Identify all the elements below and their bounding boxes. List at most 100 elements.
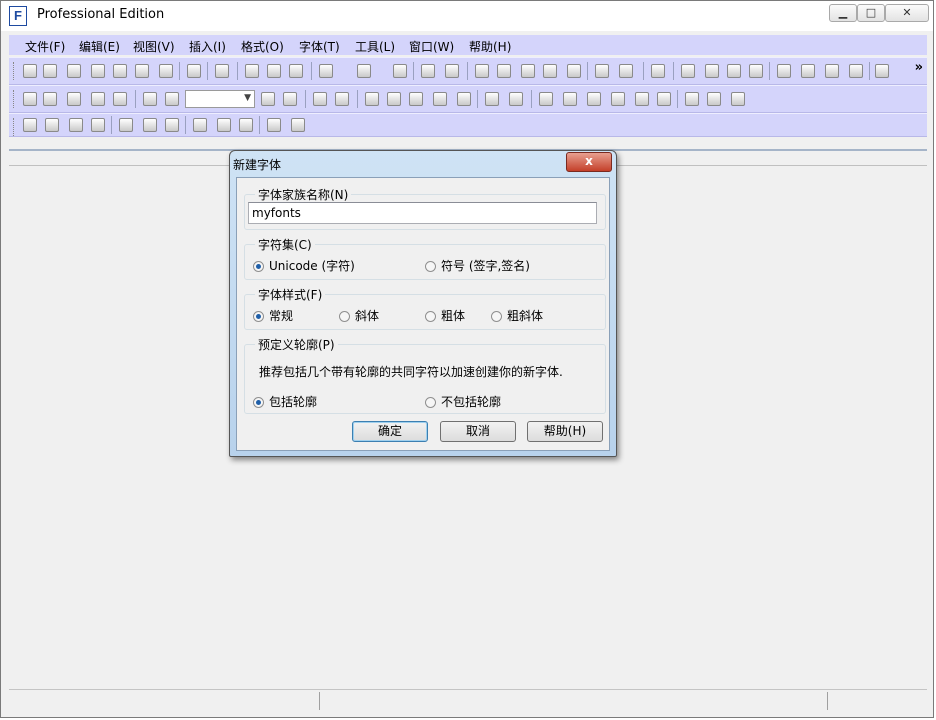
distribute-vertical-icon[interactable]: [291, 118, 305, 132]
menu-window[interactable]: 窗口(W): [409, 38, 454, 55]
image-icon[interactable]: [365, 92, 379, 106]
node-left-icon[interactable]: [485, 92, 499, 106]
glyph-properties-icon[interactable]: [445, 64, 459, 78]
bring-forward-icon[interactable]: [69, 118, 83, 132]
charset-symbol-radio[interactable]: 符号 (签字,签名): [425, 257, 530, 273]
dialog-close-button[interactable]: x: [566, 152, 612, 172]
transform-icon[interactable]: [705, 64, 719, 78]
charset-unicode-radio[interactable]: Unicode (字符): [253, 257, 355, 273]
title-bar[interactable]: F Professional Edition ▁ □ ✕: [1, 1, 933, 31]
minimize-button[interactable]: ▁: [829, 4, 857, 22]
menu-tools[interactable]: 工具(L): [355, 38, 395, 55]
undo-icon[interactable]: [319, 64, 333, 78]
new-glyph-icon[interactable]: [421, 64, 435, 78]
ok-button[interactable]: 确定: [352, 421, 428, 442]
align-right-edge-icon[interactable]: [165, 118, 179, 132]
toolbar-grip[interactable]: [13, 118, 17, 136]
arrange-front-icon[interactable]: [23, 118, 37, 132]
align-left-icon[interactable]: [777, 64, 791, 78]
toolbar-grip[interactable]: [13, 90, 17, 108]
family-name-input[interactable]: myfonts: [248, 202, 597, 224]
align-left-edge-icon[interactable]: [119, 118, 133, 132]
style-italic-radio[interactable]: 斜体: [339, 307, 379, 323]
text-tool-icon[interactable]: [619, 64, 633, 78]
help-button[interactable]: 帮助(H): [527, 421, 603, 442]
slant-icon[interactable]: [849, 64, 863, 78]
frame-icon[interactable]: [521, 64, 535, 78]
outline-exclude-radio[interactable]: 不包括轮廓: [425, 393, 501, 409]
open-folder-icon[interactable]: [67, 64, 81, 78]
tag-icon[interactable]: [543, 64, 557, 78]
cut-icon[interactable]: [245, 64, 259, 78]
table-icon[interactable]: [539, 92, 553, 106]
new-window-icon[interactable]: [43, 64, 57, 78]
ellipse-icon[interactable]: [457, 92, 471, 106]
lasso-icon[interactable]: [43, 92, 57, 106]
validate-icon[interactable]: [567, 64, 581, 78]
metrics-icon[interactable]: [595, 64, 609, 78]
toolbar-overflow-button[interactable]: »: [915, 60, 923, 75]
components-icon[interactable]: [685, 92, 699, 106]
toolbar-grip[interactable]: [13, 62, 17, 80]
find-icon[interactable]: [215, 64, 229, 78]
select-rect-icon[interactable]: [23, 92, 37, 106]
smile-icon[interactable]: [749, 64, 763, 78]
close-button[interactable]: ✕: [885, 4, 929, 22]
save-all-icon[interactable]: [113, 64, 127, 78]
refresh-icon[interactable]: [393, 64, 407, 78]
menu-file[interactable]: 文件(F): [25, 38, 65, 55]
tree-icon[interactable]: [707, 92, 721, 106]
align-middle-icon[interactable]: [217, 118, 231, 132]
sort-icon[interactable]: [475, 64, 489, 78]
cell-merge-icon[interactable]: [635, 92, 649, 106]
knife-icon[interactable]: [113, 92, 127, 106]
align-center-icon[interactable]: [143, 118, 157, 132]
arrange-back-icon[interactable]: [45, 118, 59, 132]
outline-include-radio[interactable]: 包括轮廓: [253, 393, 317, 409]
preview-icon[interactable]: [651, 64, 665, 78]
menu-insert[interactable]: 插入(I): [189, 38, 226, 55]
pen-icon[interactable]: [409, 92, 423, 106]
grid-toggle-icon[interactable]: [335, 92, 349, 106]
send-backward-icon[interactable]: [91, 118, 105, 132]
copy-doc-icon[interactable]: [135, 64, 149, 78]
cells-icon[interactable]: [611, 92, 625, 106]
save-icon[interactable]: [91, 64, 105, 78]
menu-view[interactable]: 视图(V): [133, 38, 175, 55]
menu-format[interactable]: 格式(O): [241, 38, 284, 55]
style-bold-radio[interactable]: 粗体: [425, 307, 465, 323]
hand-icon[interactable]: [67, 92, 81, 106]
node-right-icon[interactable]: [509, 92, 523, 106]
style-regular-radio[interactable]: 常规: [253, 307, 293, 323]
layers-icon[interactable]: [875, 64, 889, 78]
print-icon[interactable]: [187, 64, 201, 78]
menu-font[interactable]: 字体(T): [299, 38, 340, 55]
checkbox-icon[interactable]: [497, 64, 511, 78]
edit-image-icon[interactable]: [387, 92, 401, 106]
zoom-combo[interactable]: ▼: [185, 90, 255, 108]
structure-icon[interactable]: [731, 92, 745, 106]
import-icon[interactable]: [727, 64, 741, 78]
rectangle-icon[interactable]: [433, 92, 447, 106]
menu-edit[interactable]: 编辑(E): [79, 38, 120, 55]
align-top-icon[interactable]: [193, 118, 207, 132]
background-icon[interactable]: [313, 92, 327, 106]
maximize-button[interactable]: □: [857, 4, 885, 22]
bracket-icon[interactable]: [657, 92, 671, 106]
measure-icon[interactable]: [91, 92, 105, 106]
redo-icon[interactable]: [357, 64, 371, 78]
grid-icon[interactable]: [563, 92, 577, 106]
export-icon[interactable]: [159, 64, 173, 78]
eraser-icon[interactable]: [681, 64, 695, 78]
style-bold-italic-radio[interactable]: 粗斜体: [491, 307, 543, 323]
paste-icon[interactable]: [289, 64, 303, 78]
new-file-icon[interactable]: [23, 64, 37, 78]
fit-page-icon[interactable]: [261, 92, 275, 106]
distribute-horizontal-icon[interactable]: [267, 118, 281, 132]
menu-help[interactable]: 帮助(H): [469, 38, 511, 55]
fit-selection-icon[interactable]: [283, 92, 297, 106]
zoom-in-icon[interactable]: [143, 92, 157, 106]
cancel-button[interactable]: 取消: [440, 421, 516, 442]
mirror-icon[interactable]: [801, 64, 815, 78]
flip-icon[interactable]: [825, 64, 839, 78]
